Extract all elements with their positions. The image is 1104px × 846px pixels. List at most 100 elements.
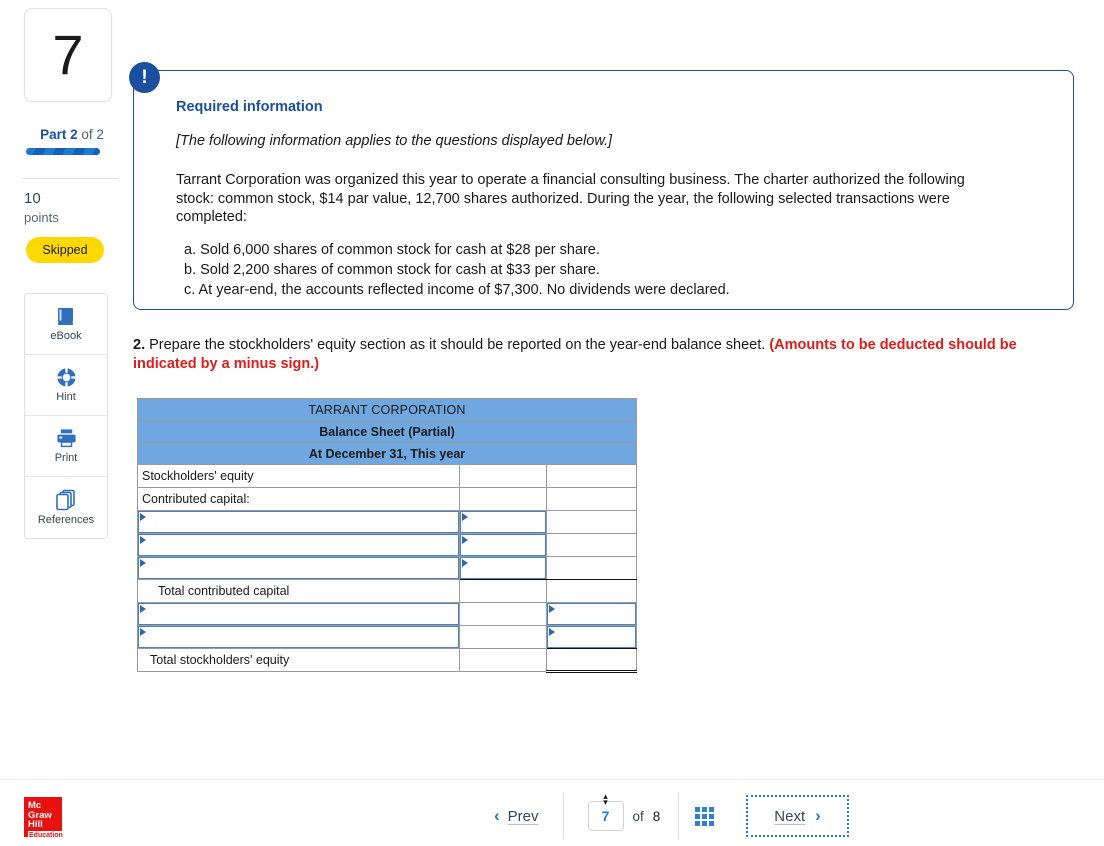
row-right-value [545,487,638,511]
amount-input-5[interactable] [545,625,638,649]
amount-input-1[interactable] [458,510,547,534]
logo-line-3: Hill [28,819,43,831]
account-name-input-3[interactable] [137,556,460,580]
lifebuoy-icon [56,367,77,388]
question-grid-button[interactable] [679,793,730,839]
table-row: Total stockholders' equity [137,648,638,673]
scenario-paragraph: Tarrant Corporation was organized this y… [176,172,965,226]
table-row [137,625,638,649]
account-name-input-5[interactable] [137,625,460,649]
table-row: Contributed capital: [137,487,638,511]
table-row [137,533,638,557]
prev-label: Prev [507,807,539,825]
table-row: Stockholders' equity [137,464,638,488]
list-item: c. At year-end, the accounts reflected i… [184,281,730,298]
question-number-card: 7 [24,8,112,102]
table-row [137,510,638,534]
question-number: 7 [52,23,84,86]
hint-label: Hint [56,391,76,403]
chevron-left-icon: ‹ [494,806,500,825]
spinner-arrows-icon[interactable]: ▴ ▾ [603,792,608,807]
row-mid-value [458,648,547,672]
row-mid-value [458,464,547,488]
printer-icon [55,428,78,449]
total-contributed-capital-label: Total contributed capital [137,579,460,603]
question-text: Prepare the stockholders' equity section… [145,337,770,353]
amount-input-4[interactable] [545,602,638,626]
total-stockholders-equity-label: Total stockholders' equity [137,648,460,672]
row-label: Contributed capital: [137,487,460,511]
row-mid-value [458,625,547,649]
row-mid-value [458,487,547,511]
statement-name: Balance Sheet (Partial) [137,420,637,443]
hint-button[interactable]: Hint [25,355,107,416]
pagination-nav: ‹ Prev ▴ ▾ 7 of 8 Next › [494,792,849,839]
transaction-list: a. Sold 6,000 shares of common stock for… [176,241,1041,300]
page-number-input[interactable]: ▴ ▾ 7 [587,792,624,831]
row-mid-value [458,579,547,603]
part-current: 2 [70,127,78,142]
row-right-value [545,464,638,488]
list-item: a. Sold 6,000 shares of common stock for… [184,242,600,259]
of-label: of [632,808,644,824]
row-label: Stockholders' equity [137,464,460,488]
question-prompt: 2. Prepare the stockholders' equity sect… [133,336,1075,374]
chevron-down-icon[interactable]: ▾ [603,798,608,807]
grid-icon [695,806,715,826]
amount-input-2[interactable] [458,533,547,557]
references-label: References [37,514,95,526]
page-selector: ▴ ▾ 7 of 8 [564,792,680,839]
part-indicator: Part 2 of 2 [24,127,120,142]
status-badge: Skipped [26,237,104,263]
table-row [137,556,638,580]
prev-button[interactable]: ‹ Prev [494,793,564,839]
points-value: 10 [24,190,41,207]
row-right-value [545,533,638,557]
statement-date: At December 31, This year [137,442,637,465]
table-row: Total contributed capital [137,579,638,603]
exclamation-icon: ! [129,62,160,93]
row-right-value [545,556,638,580]
question-index: 2. [133,337,146,353]
amount-input-3[interactable] [458,556,547,580]
required-information-box: Required information [The following info… [133,70,1074,310]
sidebar-divider [22,178,118,179]
row-right-value [545,579,638,603]
page-total: 8 [652,808,661,824]
row-right-value [545,648,638,673]
references-button[interactable]: References [25,477,107,538]
book-icon [55,307,77,327]
points-label: points [24,210,59,225]
part-total: of 2 [81,127,104,142]
table-row [137,602,638,626]
footer-divider [0,779,1104,780]
ebook-button[interactable]: eBook [25,294,107,355]
row-right-value [545,510,638,534]
applies-note: [The following information applies to th… [176,133,613,149]
next-label: Next [774,807,806,825]
print-label: Print [54,452,78,464]
account-name-input-4[interactable] [137,602,460,626]
ebook-label: eBook [50,329,82,342]
part-word: Part [40,127,67,142]
chevron-right-icon: › [815,806,821,825]
required-information-title: Required information [176,99,323,115]
account-name-input-1[interactable] [137,510,460,534]
table-title-row: TARRANT CORPORATION [137,398,637,421]
copy-pages-icon [55,489,77,511]
company-name: TARRANT CORPORATION [137,398,637,421]
question-sidebar: 7 Part 2 of 2 10 points Skipped eBook Hi… [0,0,128,780]
question-page: 7 Part 2 of 2 10 points Skipped eBook Hi… [0,0,1104,846]
part-progress-bar [26,148,100,155]
logo-subtitle: Education [28,830,64,841]
table-date-row: At December 31, This year [137,442,637,465]
mcgraw-hill-logo: Mc Graw Hill Education [24,797,64,841]
next-button[interactable]: Next › [746,795,849,837]
row-mid-value [458,602,547,626]
print-button[interactable]: Print [25,416,107,477]
list-item: b. Sold 2,200 shares of common stock for… [184,261,600,278]
table-subtitle-row: Balance Sheet (Partial) [137,420,637,443]
account-name-input-2[interactable] [137,533,460,557]
stockholders-equity-worksheet: TARRANT CORPORATION Balance Sheet (Parti… [137,398,638,673]
tool-button-stack: eBook Hint Print References [24,293,108,539]
